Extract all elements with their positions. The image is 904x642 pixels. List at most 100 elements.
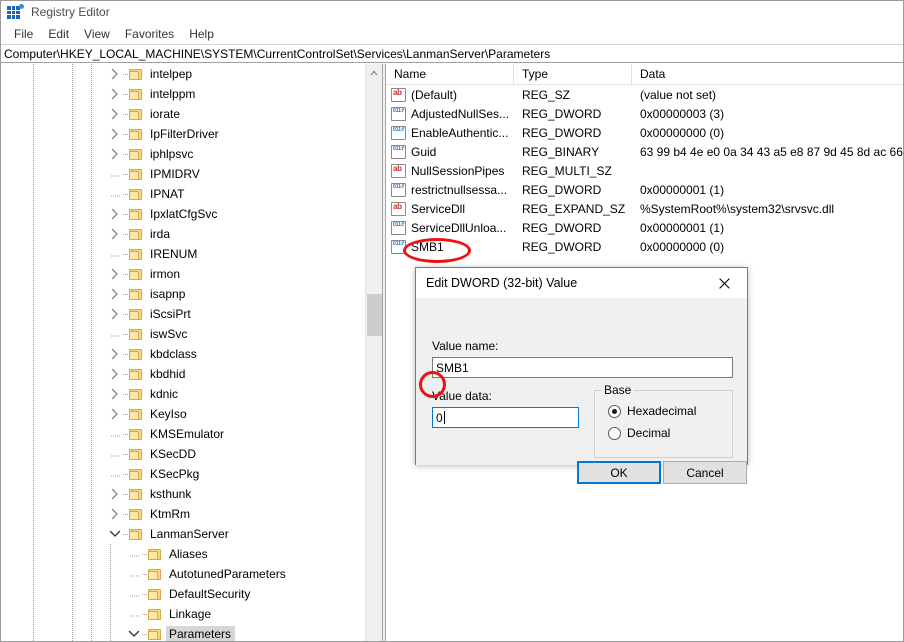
tree-item-defaultsecurity[interactable]: DefaultSecurity [2, 584, 364, 604]
radio-decimal[interactable]: Decimal [608, 426, 670, 440]
tree-item-iorate[interactable]: iorate [2, 104, 364, 124]
tree-item-intelpep[interactable]: intelpep [2, 64, 364, 84]
value-type-cell: REG_DWORD [522, 182, 602, 197]
registry-value-row[interactable]: restrictnullsessa... REG_DWORD 0x00000001 … [386, 180, 903, 199]
tree-item-kbdhid[interactable]: kbdhid [2, 364, 364, 384]
ok-button[interactable]: OK [577, 461, 661, 484]
tree-item-label: intelppm [150, 87, 196, 101]
chevron-right-icon[interactable] [107, 486, 123, 502]
tree-item-irda[interactable]: irda [2, 224, 364, 244]
tree-item-label: irmon [150, 267, 181, 281]
tree-item-keyiso[interactable]: KeyIso [2, 404, 364, 424]
menu-view[interactable]: View [77, 25, 118, 43]
chevron-right-icon[interactable] [107, 126, 123, 142]
menu-help[interactable]: Help [182, 25, 222, 43]
value-name-text: SMB1 [436, 360, 469, 375]
tree-item-ipnat[interactable]: IPNAT [2, 184, 364, 204]
registry-value-row[interactable]: ServiceDll REG_EXPAND_SZ %SystemRoot%\syst… [386, 199, 903, 218]
tree-item-ksecdd[interactable]: KSecDD [2, 444, 364, 464]
column-header-data[interactable]: Data [632, 64, 903, 85]
tree-item-ipfilterdriver[interactable]: IpFilterDriver [2, 124, 364, 144]
folder-icon [147, 607, 163, 622]
dword-value-icon [391, 144, 406, 159]
column-header-name[interactable]: Name [386, 64, 514, 85]
chevron-down-icon[interactable] [107, 526, 123, 542]
registry-value-row[interactable]: EnableAuthentic... REG_DWORD 0x00000000 (0… [386, 123, 903, 142]
tree-item-iphlpsvc[interactable]: iphlpsvc [2, 144, 364, 164]
radio-hexadecimal-circle [608, 404, 621, 418]
tree-item-ksthunk[interactable]: ksthunk [2, 484, 364, 504]
folder-icon [128, 187, 144, 202]
registry-values-list[interactable]: (Default) REG_SZ (value not set) AdjustedNu… [386, 85, 903, 256]
tree-item-ksecpkg[interactable]: KSecPkg [2, 464, 364, 484]
window-title: Registry Editor [31, 5, 110, 19]
tree-item-label: DefaultSecurity [169, 587, 251, 601]
tree-item-irmon[interactable]: irmon [2, 264, 364, 284]
tree-item-ipmidrv[interactable]: IPMIDRV [2, 164, 364, 184]
value-data-input[interactable]: 0 [432, 407, 579, 428]
tree-item-ktmrm[interactable]: KtmRm [2, 504, 364, 524]
folder-icon [128, 207, 144, 222]
chevron-right-icon[interactable] [107, 106, 123, 122]
chevron-right-icon[interactable] [107, 506, 123, 522]
tree-item-parameters[interactable]: Parameters [2, 624, 364, 641]
chevron-right-icon[interactable] [107, 66, 123, 82]
column-header-type[interactable]: Type [514, 64, 632, 85]
tree-item-linkage[interactable]: Linkage [2, 604, 364, 624]
registry-value-row[interactable]: (Default) REG_SZ (value not set) [386, 85, 903, 104]
menu-file[interactable]: File [7, 25, 41, 43]
value-name-text: NullSessionPipes [411, 163, 505, 178]
tree-item-kmsemulator[interactable]: KMSEmulator [2, 424, 364, 444]
value-name-text: ServiceDll [411, 201, 466, 216]
chevron-right-icon[interactable] [107, 206, 123, 222]
value-data-text: 0 [436, 410, 443, 425]
value-type-cell: REG_EXPAND_SZ [522, 201, 626, 216]
menu-edit[interactable]: Edit [41, 25, 77, 43]
registry-value-row[interactable]: ServiceDllUnloa... REG_DWORD 0x00000001 (1… [386, 218, 903, 237]
registry-value-row[interactable]: SMB1 REG_DWORD 0x00000000 (0) [386, 237, 903, 256]
chevron-right-icon[interactable] [107, 366, 123, 382]
chevron-right-icon[interactable] [107, 266, 123, 282]
tree-item-lanmanserver[interactable]: LanmanServer [2, 524, 364, 544]
tree-vertical-scrollbar[interactable] [365, 64, 382, 641]
registry-tree[interactable]: intelpep intelppm iorate IpFilterDriver iphl… [2, 64, 364, 641]
value-data-cell: %SystemRoot%\system32\srvsvc.dll [640, 201, 835, 216]
chevron-right-icon[interactable] [107, 86, 123, 102]
tree-item-irenum[interactable]: IRENUM [2, 244, 364, 264]
tree-item-iswsvc[interactable]: iswSvc [2, 324, 364, 344]
registry-value-row[interactable]: Guid REG_BINARY 63 99 b4 4e e0 0a 34 43 a5… [386, 142, 903, 161]
value-name-label: Value name: [432, 339, 499, 353]
cancel-button[interactable]: Cancel [663, 461, 747, 484]
tree-item-ipxlatcfgsvc[interactable]: IpxlatCfgSvc [2, 204, 364, 224]
chevron-down-icon[interactable] [126, 626, 142, 641]
tree-item-iscsiprt[interactable]: iScsiPrt [2, 304, 364, 324]
value-name-cell: restrictnullsessa... [386, 182, 514, 197]
tree-item-aliases[interactable]: Aliases [2, 544, 364, 564]
chevron-right-icon[interactable] [107, 406, 123, 422]
chevron-right-icon[interactable] [107, 346, 123, 362]
tree-item-intelppm[interactable]: intelppm [2, 84, 364, 104]
registry-value-row[interactable]: NullSessionPipes REG_MULTI_SZ [386, 161, 903, 180]
chevron-right-icon[interactable] [107, 386, 123, 402]
scroll-up-arrow[interactable] [366, 64, 382, 81]
tree-leaf-connector [126, 546, 142, 562]
radio-hexadecimal[interactable]: Hexadecimal [608, 404, 696, 418]
string-value-icon [391, 163, 406, 178]
tree-item-isapnp[interactable]: isapnp [2, 284, 364, 304]
value-name-input[interactable]: SMB1 [432, 357, 733, 378]
chevron-right-icon[interactable] [107, 146, 123, 162]
address-bar[interactable]: Computer\HKEY_LOCAL_MACHINE\SYSTEM\Curre… [1, 44, 903, 63]
tree-item-kdnic[interactable]: kdnic [2, 384, 364, 404]
registry-editor-icon [7, 4, 24, 20]
chevron-right-icon[interactable] [107, 306, 123, 322]
tree-item-kbdclass[interactable]: kbdclass [2, 344, 364, 364]
chevron-right-icon[interactable] [107, 286, 123, 302]
registry-value-row[interactable]: AdjustedNullSes... REG_DWORD 0x00000003 (3… [386, 104, 903, 123]
menu-favorites[interactable]: Favorites [118, 25, 182, 43]
tree-item-autotunedparameters[interactable]: AutotunedParameters [2, 564, 364, 584]
tree-item-label: kbdhid [150, 367, 186, 381]
tree-scroll-thumb[interactable] [367, 294, 382, 336]
value-data-cell: 0x00000000 (0) [640, 125, 725, 140]
chevron-right-icon[interactable] [107, 226, 123, 242]
close-icon[interactable] [702, 269, 747, 298]
